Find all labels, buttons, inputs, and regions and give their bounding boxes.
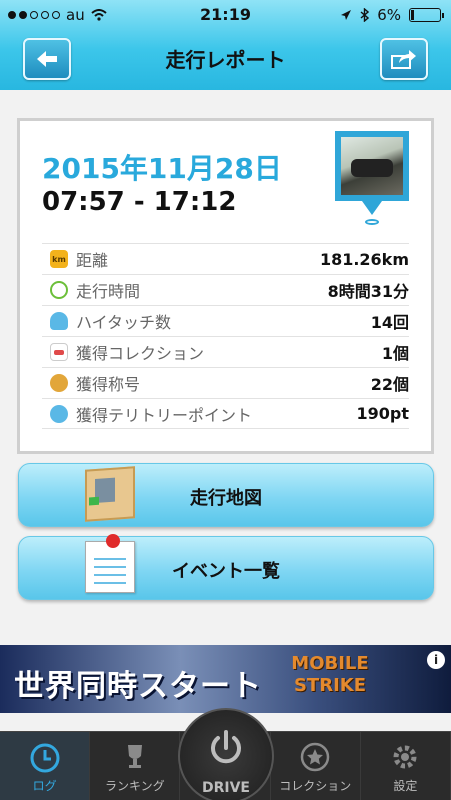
ad-info-icon[interactable]: i <box>427 651 445 669</box>
power-icon <box>211 730 241 764</box>
event-list-button[interactable]: イベント一覧 <box>18 534 434 600</box>
clock-icon <box>50 281 68 299</box>
stat-row-titles: 獲得称号 22個 <box>42 367 409 398</box>
hand-icon <box>50 312 68 330</box>
stats-list: km 距離 181.26km 走行時間 8時間31分 ハイタッチ数 14回 獲得… <box>42 243 409 429</box>
km-icon: km <box>50 250 68 268</box>
gear-icon <box>393 745 417 769</box>
medal-icon <box>50 374 68 392</box>
route-map-label: 走行地図 <box>190 488 262 509</box>
header: au 21:19 6% 走行レポート <box>0 0 451 90</box>
stat-row-collection: 獲得コレクション 1個 <box>42 336 409 367</box>
location-arrow-icon <box>341 10 352 20</box>
star-icon <box>300 742 330 772</box>
share-arrow-icon <box>391 50 416 69</box>
report-card: 2015年11月28日 07:57 - 17:12 km 距離 181.26km… <box>17 118 434 454</box>
event-list-label: イベント一覧 <box>172 561 280 582</box>
report-date: 2015年11月28日 <box>42 152 282 185</box>
report-photo[interactable] <box>335 131 409 225</box>
tab-ranking[interactable]: ランキング <box>90 732 181 800</box>
stat-row-territory: 獲得テリトリーポイント 190pt <box>42 398 409 429</box>
trophy-icon <box>127 745 142 768</box>
drive-label: DRIVE <box>201 780 250 796</box>
status-bar: au 21:19 6% <box>0 0 451 32</box>
tab-collection[interactable]: コレクション <box>271 732 361 800</box>
drive-button[interactable]: DRIVE <box>178 708 274 800</box>
tab-settings[interactable]: 設定 <box>361 732 451 800</box>
tab-log[interactable]: ログ <box>0 732 91 800</box>
territory-icon <box>50 404 68 423</box>
battery-percent: 6% <box>377 6 401 24</box>
motorcycle-photo <box>341 137 403 195</box>
battery-icon <box>409 8 444 22</box>
collection-icon <box>50 343 68 361</box>
stat-row-distance: km 距離 181.26km <box>42 243 409 274</box>
ad-text: 世界同時スタート <box>14 669 262 704</box>
log-clock-icon <box>30 743 60 773</box>
ad-banner[interactable]: 世界同時スタート MOBILE STRIKE i <box>0 645 451 713</box>
share-button[interactable] <box>380 38 428 80</box>
stat-row-hightouch: ハイタッチ数 14回 <box>42 305 409 336</box>
pin-icon <box>362 201 382 215</box>
route-map-button[interactable]: 走行地図 <box>18 463 434 527</box>
ad-brand-logo: MOBILE STRIKE <box>291 653 369 696</box>
stat-row-time: 走行時間 8時間31分 <box>42 274 409 305</box>
bluetooth-icon <box>360 8 370 22</box>
report-time-range: 07:57 - 17:12 <box>42 187 237 217</box>
